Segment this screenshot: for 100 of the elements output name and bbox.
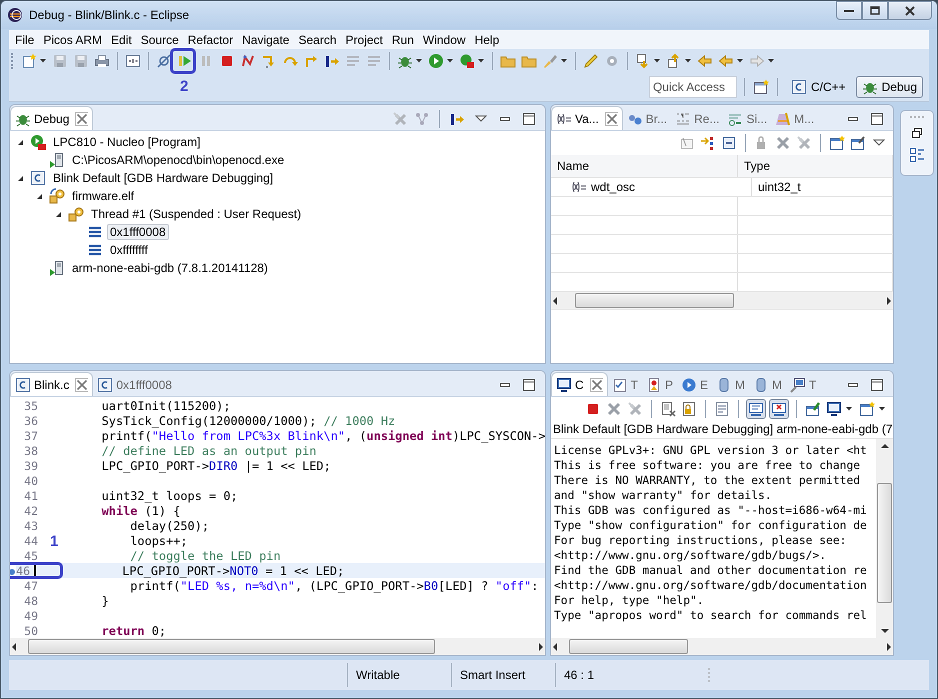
run-external-icon[interactable]	[459, 53, 475, 69]
tab[interactable]: M	[749, 373, 786, 396]
menu-item[interactable]: Project	[342, 32, 388, 46]
tab[interactable]: Va...	[551, 106, 623, 130]
scroll-thumb[interactable]	[575, 293, 734, 308]
minimize-button[interactable]	[836, 1, 862, 20]
close-icon[interactable]	[604, 110, 618, 126]
column-header[interactable]: Name	[551, 155, 738, 177]
tree-item[interactable]: 0xffffffff	[107, 242, 151, 258]
launch-icon	[30, 134, 46, 150]
new-window-icon[interactable]	[829, 135, 845, 151]
maximize-icon[interactable]	[521, 376, 537, 392]
tab[interactable]: T	[608, 373, 642, 396]
highlighter-icon[interactable]	[583, 53, 599, 69]
tab[interactable]: Re...	[671, 107, 724, 130]
task-icon	[612, 376, 628, 392]
display-icon[interactable]	[826, 401, 842, 417]
tab[interactable]: Br...	[622, 107, 672, 130]
remove-icon[interactable]	[606, 401, 622, 417]
tree-item[interactable]: C:\PicosARM\openocd\bin\openocd.exe	[69, 152, 288, 168]
tab[interactable]: Debug	[10, 106, 94, 130]
menu-item[interactable]: File	[11, 32, 40, 46]
c-file-icon	[30, 170, 46, 186]
close-button[interactable]	[888, 1, 932, 20]
status-field: 46 : 1	[555, 663, 659, 687]
scrollbar[interactable]	[551, 638, 893, 655]
tree-item[interactable]: firmware.elf	[69, 188, 138, 204]
restore-icon[interactable]	[909, 125, 925, 141]
tab[interactable]: C	[551, 372, 608, 396]
collapse-all-icon[interactable]	[721, 135, 737, 151]
close-icon[interactable]	[74, 376, 88, 392]
menu-item[interactable]: Window	[418, 32, 471, 46]
tab[interactable]: 0x1fff0008	[93, 373, 176, 396]
instruction-step-icon[interactable]	[324, 53, 340, 69]
stack-frame-icon	[87, 242, 103, 258]
menu-item[interactable]: Refactor	[184, 32, 238, 46]
scroll-thumb[interactable]	[28, 639, 436, 654]
menu-item[interactable]: Edit	[107, 32, 137, 46]
close-icon[interactable]	[74, 110, 88, 126]
tab[interactable]: P	[642, 373, 678, 396]
tree-item[interactable]: LPC810 - Nucleo [Program]	[50, 134, 204, 150]
show-next-icon[interactable]	[700, 135, 716, 151]
remove-icon[interactable]	[775, 135, 791, 151]
tree-item[interactable]: Thread #1 (Suspended : User Request)	[88, 206, 304, 222]
tree-item[interactable]: Blink Default [GDB Hardware Debugging]	[50, 170, 276, 186]
outline-icon[interactable]	[909, 147, 925, 163]
text-cursor	[34, 564, 36, 577]
print-icon[interactable]	[94, 53, 110, 69]
new-window-icon[interactable]	[859, 401, 875, 417]
tree-item[interactable]: 0x1fff0008	[107, 224, 169, 240]
skip-breakpoints-icon[interactable]	[156, 53, 172, 69]
minimize-icon	[844, 10, 854, 12]
console-error-icon[interactable]	[770, 400, 788, 418]
open-perspective-icon[interactable]	[752, 79, 769, 95]
maximize-icon[interactable]	[869, 110, 885, 126]
scrollbar[interactable]	[10, 638, 545, 655]
menu-item[interactable]: Navigate	[238, 32, 294, 46]
run-icon[interactable]	[428, 53, 444, 69]
status-field: Writable	[347, 663, 451, 687]
menu-item[interactable]: Help	[470, 32, 504, 46]
binary-file-icon[interactable]	[125, 53, 141, 69]
tree-item[interactable]: arm-none-eabi-gdb (7.8.1.20141128)	[69, 260, 271, 276]
perspective-button[interactable]: Debug	[856, 76, 923, 98]
code-line: uint32_t loops = 0;	[100, 488, 238, 502]
perspective-button[interactable]: C/C++	[784, 76, 852, 98]
word-wrap-icon[interactable]	[714, 401, 730, 417]
quick-access-field[interactable]: Quick Access	[648, 76, 737, 98]
disconnect-icon[interactable]	[240, 53, 256, 69]
maximize-button[interactable]	[862, 1, 888, 20]
grip-icon[interactable]	[909, 115, 925, 119]
tab[interactable]: Blink.c	[10, 372, 94, 396]
console-output-icon[interactable]	[747, 400, 765, 418]
tab[interactable]: E	[677, 373, 712, 396]
scrollbar[interactable]	[551, 292, 893, 309]
menu-item[interactable]: Source	[136, 32, 184, 46]
column-header[interactable]: Type	[738, 155, 893, 177]
scroll-thumb[interactable]	[568, 639, 688, 654]
grip-icon[interactable]	[707, 667, 711, 683]
maximize-icon[interactable]	[869, 376, 885, 392]
tab[interactable]: M...	[771, 107, 818, 130]
stop-icon[interactable]	[219, 53, 235, 69]
scroll-lock-icon[interactable]	[681, 401, 697, 417]
maximize-icon[interactable]	[521, 110, 537, 126]
code-line: delay(250);	[129, 518, 210, 532]
scroll-thumb[interactable]	[877, 483, 892, 603]
pin-icon[interactable]	[805, 401, 821, 417]
line-number: 46	[16, 564, 30, 578]
menu-item[interactable]: Search	[294, 32, 342, 46]
console-line: There is NO WARRANTY, to the extent permitted	[554, 473, 862, 488]
tab[interactable]: M	[712, 373, 750, 396]
close-icon[interactable]	[588, 376, 603, 392]
pin-icon[interactable]	[850, 135, 866, 151]
menu-item[interactable]: Run	[388, 32, 419, 46]
clear-console-icon[interactable]	[660, 401, 676, 417]
menu-item[interactable]: Picos ARM	[39, 32, 108, 46]
tab[interactable]: Si...	[723, 107, 772, 130]
code-line: printf("Hello from LPC%3x Blink\n", (unsigned int)LPC_SYSCON->	[100, 428, 545, 442]
tab[interactable]: T	[786, 373, 820, 396]
scrollbar[interactable]	[876, 439, 893, 638]
stop-icon[interactable]	[585, 401, 601, 417]
